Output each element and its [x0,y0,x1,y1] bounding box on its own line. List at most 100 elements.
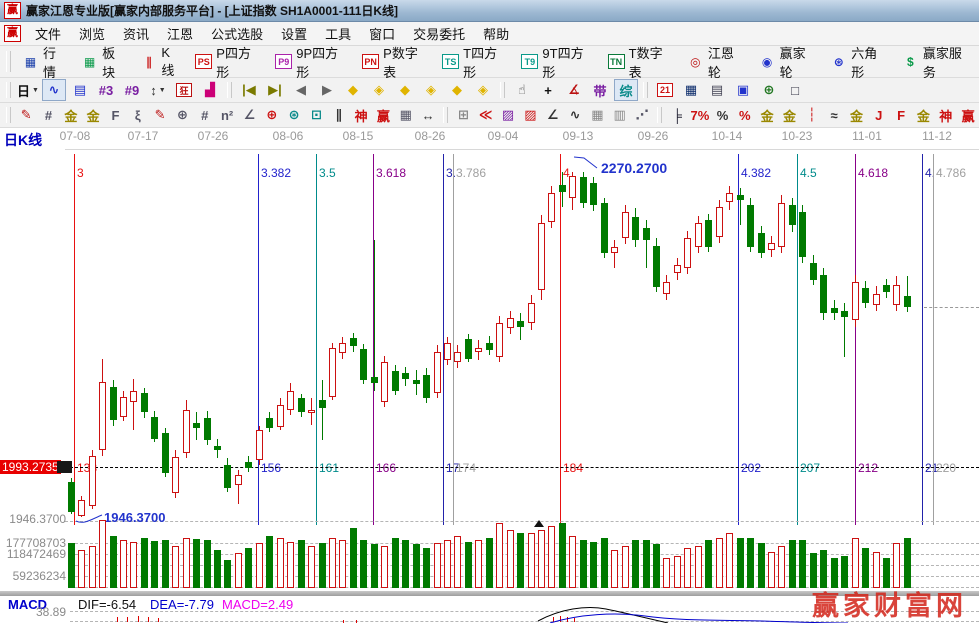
tool-f-angle[interactable]: F [891,104,911,126]
tool-gold-fence-2[interactable]: 金 [83,104,103,126]
tool-pc-tool[interactable]: □ [783,79,807,101]
tool-percent[interactable]: % [712,104,732,126]
toolbar-button-t-square[interactable]: TST四方形 [435,40,514,84]
tool-grid-123[interactable]: ▦ [396,104,416,126]
toolbar-button-p-number-table[interactable]: PNP数字表 [355,40,435,84]
tool-gold-angle[interactable]: 金 [913,104,933,126]
tool-grid-split[interactable]: ▥ [610,104,630,126]
gann-line[interactable] [738,154,739,525]
tool-seven-percent[interactable]: 7% [690,104,711,126]
tool-target-red[interactable]: ⊕ [262,104,282,126]
tool-red-grid[interactable]: ▨ [520,104,540,126]
tool-pen-ruler[interactable]: ✎ [150,104,170,126]
tool-angle-a[interactable]: ∠ [239,104,259,126]
toolbar-button-winner-service[interactable]: $赢家服务 [895,40,979,84]
toolbar-button-hexagon[interactable]: ⊛六角形 [823,40,895,84]
tool-chart-3[interactable]: #3 [94,79,118,101]
toolbar-grip[interactable] [6,82,11,99]
tool-calculator-tool[interactable]: ▦ [679,79,703,101]
tool-diamond-star[interactable]: ◆ [445,79,469,101]
tool-zigzag-tool[interactable]: ∿ [42,79,66,101]
tool-trend-angle[interactable]: ∠ [543,104,563,126]
toolbar-grip[interactable] [6,51,11,73]
tool-grid-box[interactable]: ⊡ [306,104,326,126]
gann-line[interactable] [453,154,454,525]
tool-last-bar[interactable]: ▶| [263,79,287,101]
tool-fence-tool[interactable]: # [38,104,58,126]
toolbar-button-9p-square[interactable]: P99P四方形 [268,40,355,84]
tool-ying-tool[interactable]: 赢 [373,104,393,126]
tool-notes-tool[interactable]: ▤ [705,79,729,101]
tool-prev-bar[interactable]: ◀ [289,79,313,101]
tool-diamond-all[interactable]: ◈ [471,79,495,101]
toolbar-button-9t-square[interactable]: T99T四方形 [514,40,600,84]
toolbar-button-p-square[interactable]: PSP四方形 [188,40,268,84]
gann-line[interactable] [922,154,923,525]
title-bar[interactable]: 赢 赢家江恩专业版[赢家内部服务平台] - [上证指数 SH1A0001-111… [0,0,979,22]
tool-pen-tool[interactable]: ✎ [16,104,36,126]
tool-gold-line-2[interactable]: 金 [846,104,866,126]
tool-slant-lines[interactable]: ⋰ [632,104,652,126]
tool-diamond-left[interactable]: ◆ [341,79,365,101]
toolbar-grip[interactable] [6,107,11,124]
tool-percent-lines[interactable]: % [735,104,755,126]
tool-volume-profile[interactable]: ▟ [198,79,222,101]
tool-wave-tool[interactable]: ∿ [565,104,585,126]
tool-shen-angle[interactable]: 神 [936,104,956,126]
tool-diamond-cross[interactable]: ◈ [419,79,443,101]
tool-shen-tool[interactable]: 神 [351,104,371,126]
tool-limit-frame[interactable]: 狂 [172,79,196,101]
tool-k-quote[interactable]: ∥ [329,104,349,126]
tool-spiral-tool[interactable]: ξ [128,104,148,126]
tool-first-bar[interactable]: |◀ [237,79,261,101]
gann-line[interactable] [443,154,444,525]
gann-line[interactable] [933,154,934,525]
tool-width-tool[interactable]: ↔ [418,104,438,126]
tool-chart-9[interactable]: #9 [120,79,144,101]
tool-n2-tool[interactable]: n² [217,104,237,126]
tool-diamond-expand[interactable]: ◆ [393,79,417,101]
tool-f-fence[interactable]: F [105,104,125,126]
tool-composite-tool[interactable]: 综 [614,79,638,101]
tool-band-tool[interactable]: 带 [588,79,612,101]
chart-canvas[interactable]: 日K线07-0807-1707-2608-0608-1508-2609-0409… [0,128,979,623]
gann-line[interactable] [316,154,317,525]
tool-circle-grid[interactable]: ⊕ [172,104,192,126]
tool-rays-tool[interactable]: ≪ [476,104,496,126]
tool-grid-plain[interactable]: ▦ [587,104,607,126]
toolbar-button-quotes[interactable]: ▦行情 [15,40,74,84]
toolbar-button-t-number-table[interactable]: TNT数字表 [601,40,680,84]
tool-flag-candle[interactable]: ┆ [802,104,822,126]
toolbar-button-gann-wheel[interactable]: ◎江恩轮 [680,40,752,84]
tool-gold-line[interactable]: 金 [779,104,799,126]
tool-next-bar[interactable]: ▶ [315,79,339,101]
tool-crosshair-tool[interactable]: + [536,79,560,101]
toolbar-button-winner-wheel[interactable]: ◉赢家轮 [752,40,824,84]
tool-hand-tool[interactable]: ☝ [510,79,534,101]
tool-save-tool[interactable]: ▣ [731,79,755,101]
tool-measure-tool[interactable]: ∡ [562,79,586,101]
tool-purple-grid[interactable]: ▨ [498,104,518,126]
toolbar-button-kline[interactable]: ∥K线 [133,42,188,82]
tool-wave-line[interactable]: ≈ [824,104,844,126]
tool-gold-circle[interactable]: 金 [757,104,777,126]
gann-line[interactable] [74,154,75,525]
tool-target-teal[interactable]: ⊛ [284,104,304,126]
tool-volume-ladder[interactable]: ╞ [667,104,687,126]
gann-line[interactable] [560,154,561,525]
tool-net-tool[interactable]: ⊕ [757,79,781,101]
toolbar-button-sectors[interactable]: ▦板块 [74,40,133,84]
gann-line[interactable] [797,154,798,525]
tool-hash-grid[interactable]: # [195,104,215,126]
tool-gold-fence[interactable]: 金 [61,104,81,126]
tool-period-selector[interactable]: 日▼ [16,79,40,101]
tool-info-panel[interactable]: ▤ [68,79,92,101]
gann-line[interactable] [855,154,856,525]
tool-j-angle[interactable]: J [869,104,889,126]
gann-line[interactable] [258,154,259,525]
tool-frame-tool[interactable]: ⊞ [453,104,473,126]
tool-diamond-right[interactable]: ◈ [367,79,391,101]
tool-candle-style[interactable]: ↕▼ [146,79,170,101]
tool-ying-angle[interactable]: 赢 [958,104,978,126]
tool-calendar-tool[interactable]: 21 [653,79,677,101]
